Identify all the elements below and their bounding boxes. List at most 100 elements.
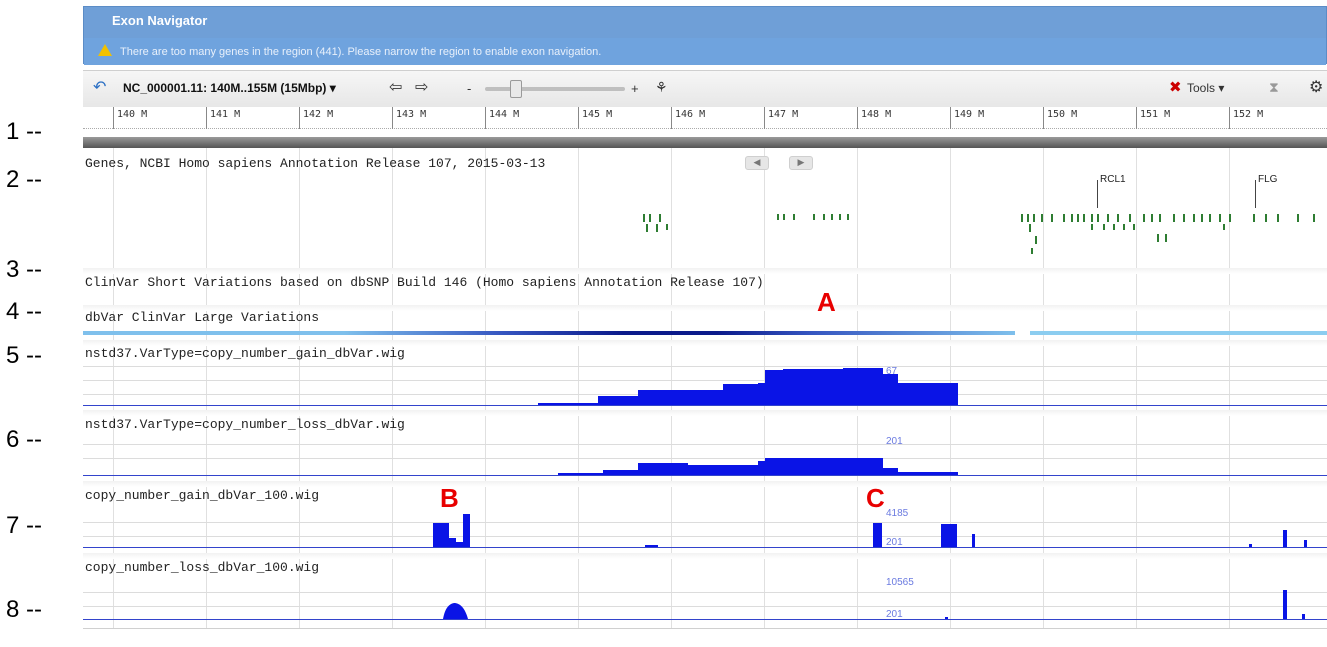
gene-feature-mark[interactable] xyxy=(847,214,849,220)
settings-gear-icon[interactable]: ⚙ xyxy=(1309,77,1323,97)
gene-feature-mark[interactable] xyxy=(831,214,833,220)
zoom-out-button[interactable]: - xyxy=(467,81,471,96)
gene-feature-mark[interactable] xyxy=(1173,214,1175,222)
loss-wig-signal[interactable] xyxy=(83,448,1327,478)
gain-wig-signal[interactable] xyxy=(83,348,1327,408)
ruler-tick-label: 147 M xyxy=(768,109,799,120)
gene-feature-mark[interactable] xyxy=(1083,214,1085,222)
gene-feature-mark[interactable] xyxy=(1107,214,1109,222)
gene-feature-mark[interactable] xyxy=(1029,224,1031,232)
gene-feature-mark[interactable] xyxy=(1253,214,1255,222)
gene-feature-mark[interactable] xyxy=(1151,214,1153,222)
gene-feature-mark[interactable] xyxy=(1209,214,1211,222)
gene-feature-mark[interactable] xyxy=(1219,214,1221,222)
gene-feature-mark[interactable] xyxy=(823,214,825,220)
zoom-in-button[interactable]: + xyxy=(631,81,639,96)
zoom-slider[interactable] xyxy=(485,87,625,91)
gain-100-signal[interactable] xyxy=(83,508,1327,550)
gene-feature-mark[interactable] xyxy=(666,224,668,230)
position-ruler[interactable]: 140 M 141 M 142 M 143 M 144 M 145 M 146 M 147 M… xyxy=(83,107,1327,131)
gene-pointer-line xyxy=(1255,180,1256,208)
ruler-tick-line xyxy=(392,107,393,129)
gene-feature-mark[interactable] xyxy=(1201,214,1203,222)
gene-feature-mark[interactable] xyxy=(649,214,651,222)
bottom-border xyxy=(83,628,1327,629)
gene-feature-mark[interactable] xyxy=(1027,214,1029,222)
gene-feature-mark[interactable] xyxy=(656,224,658,232)
track-prev-icon[interactable]: ◀ xyxy=(745,156,769,170)
gene-feature-mark[interactable] xyxy=(1071,214,1073,222)
ruler-tick-line xyxy=(671,107,672,129)
region-selector[interactable]: NC_000001.11: 140M..155M (15Mbp) ▾ xyxy=(123,81,336,95)
gene-feature-mark[interactable] xyxy=(643,214,645,222)
baseline xyxy=(83,547,1327,548)
gene-feature-mark[interactable] xyxy=(1063,214,1065,222)
tools-icon[interactable]: ✖ xyxy=(1169,78,1182,96)
ruler-tick-line xyxy=(857,107,858,129)
gene-feature-mark[interactable] xyxy=(1021,214,1023,222)
gene-feature-mark[interactable] xyxy=(1143,214,1145,222)
row-number-1: 1 -- xyxy=(6,118,42,145)
gene-feature-mark[interactable] xyxy=(1091,224,1093,230)
ruler-tick-label: 141 M xyxy=(210,109,241,120)
reset-view-icon[interactable]: ↶ xyxy=(93,77,106,97)
gene-feature-mark[interactable] xyxy=(1133,224,1135,230)
ruler-tick-label: 144 M xyxy=(489,109,520,120)
gene-feature-mark[interactable] xyxy=(1277,214,1279,222)
gene-feature-mark[interactable] xyxy=(1265,214,1267,222)
gene-feature-mark[interactable] xyxy=(813,214,815,220)
gene-feature-mark[interactable] xyxy=(1223,224,1225,230)
gene-feature-mark[interactable] xyxy=(1051,214,1053,222)
gene-feature-mark[interactable] xyxy=(1129,214,1131,222)
gridline xyxy=(83,444,1327,445)
overview-bar[interactable] xyxy=(83,137,1327,148)
gene-feature-mark[interactable] xyxy=(1183,214,1185,222)
gene-feature-mark[interactable] xyxy=(646,224,648,232)
gene-feature-mark[interactable] xyxy=(783,214,785,220)
gene-feature-mark[interactable] xyxy=(1035,236,1037,244)
pan-left-icon[interactable]: ⇦ xyxy=(389,77,402,97)
zoom-slider-handle[interactable] xyxy=(510,80,522,98)
gene-feature-mark[interactable] xyxy=(1041,214,1043,222)
gene-feature-mark[interactable] xyxy=(1031,248,1033,254)
gene-feature-mark[interactable] xyxy=(1033,214,1035,222)
ruler-tick-line xyxy=(485,107,486,129)
gene-label-flg[interactable]: FLG xyxy=(1258,174,1277,185)
ruler-tick-line xyxy=(206,107,207,129)
gene-feature-mark[interactable] xyxy=(1193,214,1195,222)
gene-label-rcl1[interactable]: RCL1 xyxy=(1100,174,1126,185)
ruler-tick-line xyxy=(764,107,765,129)
gene-feature-mark[interactable] xyxy=(1103,224,1105,230)
gene-feature-mark[interactable] xyxy=(1077,214,1079,222)
ruler-tick-label: 151 M xyxy=(1140,109,1171,120)
hourglass-icon[interactable]: ⧗ xyxy=(1269,79,1279,96)
gene-feature-mark[interactable] xyxy=(793,214,795,220)
dbvar-large-bar[interactable] xyxy=(83,331,1015,335)
gene-feature-mark[interactable] xyxy=(1165,234,1167,242)
gene-feature-mark[interactable] xyxy=(1313,214,1315,222)
dbvar-large-bar-right[interactable] xyxy=(1030,331,1327,335)
gene-feature-mark[interactable] xyxy=(1157,234,1159,242)
gene-feature-mark[interactable] xyxy=(1117,214,1119,222)
gene-feature-mark[interactable] xyxy=(1297,214,1299,222)
baseline xyxy=(83,405,1327,406)
tools-menu[interactable]: Tools ▾ xyxy=(1187,81,1224,95)
ruler-tick-line xyxy=(113,107,114,129)
gene-feature-mark[interactable] xyxy=(1113,224,1115,230)
loss-100-max-label: 10565 xyxy=(886,577,914,588)
gene-feature-mark[interactable] xyxy=(777,214,779,220)
ruler-tick-label: 150 M xyxy=(1047,109,1078,120)
gene-feature-mark[interactable] xyxy=(839,214,841,220)
bug-icon[interactable]: ⚘ xyxy=(655,79,668,96)
pan-right-icon[interactable]: ⇨ xyxy=(415,77,428,97)
track-next-icon[interactable]: ▶ xyxy=(789,156,813,170)
gene-feature-mark[interactable] xyxy=(1229,214,1231,222)
track-separator xyxy=(83,553,1327,559)
warning-bar: There are too many genes in the region (… xyxy=(84,38,1326,65)
gene-feature-mark[interactable] xyxy=(1091,214,1093,222)
gene-feature-mark[interactable] xyxy=(1097,214,1099,222)
gene-feature-mark[interactable] xyxy=(659,214,661,222)
ruler-dots xyxy=(83,128,1327,129)
gene-feature-mark[interactable] xyxy=(1159,214,1161,222)
gene-feature-mark[interactable] xyxy=(1123,224,1125,230)
